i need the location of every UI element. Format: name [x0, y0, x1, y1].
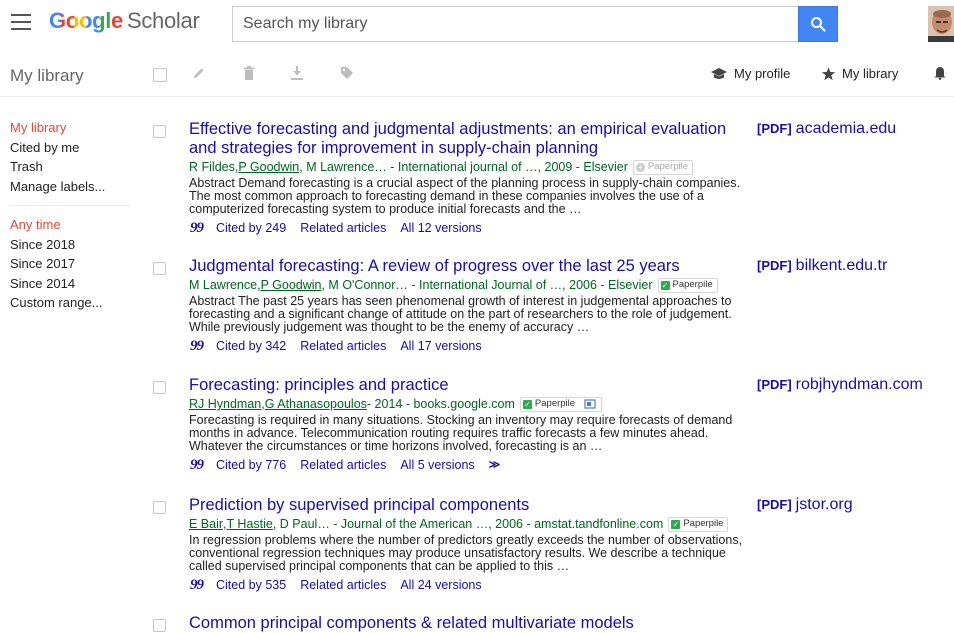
pdf-link[interactable]: [PDF] academia.edu [757, 120, 896, 138]
result-links: 99 Cited by 535 Related articles All 24 … [189, 577, 745, 594]
author-link[interactable]: P Goodwin [261, 276, 322, 294]
header: Google Scholar [0, 0, 954, 50]
paperpile-button[interactable]: ✓ Paperpile [519, 396, 581, 412]
search-button[interactable] [798, 6, 838, 42]
search-input[interactable] [233, 7, 798, 41]
result-links: 99 Cited by 249 Related articles All 12 … [189, 220, 745, 237]
pdf-link[interactable]: [PDF] robjhyndman.com [757, 376, 923, 394]
search-box[interactable] [232, 6, 798, 42]
cite-quote-icon[interactable]: 99 [190, 338, 204, 355]
related-articles-link[interactable]: Related articles [300, 577, 386, 594]
select-all-checkbox[interactable] [153, 68, 167, 82]
result-authors: M Lawrence, P Goodwin, M O'Connor… - Int… [189, 276, 745, 294]
page-title: My library [10, 66, 84, 85]
avatar[interactable] [928, 6, 954, 42]
related-articles-link[interactable]: Related articles [300, 338, 386, 355]
result-authors: R Fildes, P Goodwin, M Lawrence… - Inter… [189, 158, 745, 176]
result-checkbox[interactable] [153, 125, 166, 138]
result-snippet: In regression problems where the number … [189, 533, 743, 573]
paperpile-button[interactable]: ✓ Paperpile [668, 516, 729, 532]
paperpile-doc-button[interactable] [579, 396, 603, 412]
check-icon: ✓ [522, 399, 532, 409]
check-icon: ✓ [671, 519, 681, 529]
my-profile-label: My profile [734, 66, 791, 81]
my-library-label: My library [842, 66, 899, 81]
author-link[interactable]: E Bair [189, 515, 223, 533]
sidebar-item-my-library[interactable]: My library [10, 118, 130, 138]
star-icon [821, 67, 836, 80]
result-title[interactable]: Effective forecasting and judgmental adj… [189, 120, 745, 158]
document-icon [584, 399, 596, 409]
all-versions-link[interactable]: All 17 versions [400, 338, 481, 355]
logo-scholar: Scholar [126, 8, 200, 33]
sidebar: My library Cited by me Trash Manage labe… [10, 118, 130, 313]
result-title[interactable]: Prediction by supervised principal compo… [189, 496, 745, 515]
time-filter-any-time[interactable]: Any time [10, 215, 130, 235]
result-snippet: Abstract Demand forecasting is a crucial… [189, 176, 740, 216]
sidebar-item-trash[interactable]: Trash [10, 157, 130, 177]
paperpile-button[interactable]: + Paperpile [632, 159, 694, 175]
result-checkbox[interactable] [153, 262, 166, 275]
result-checkbox[interactable] [153, 501, 166, 514]
cited-by-link[interactable]: Cited by 535 [216, 577, 286, 594]
logo-google: Google [49, 8, 123, 33]
search-icon [811, 17, 826, 32]
cite-quote-icon[interactable]: 99 [190, 577, 204, 594]
download-icon[interactable] [291, 66, 303, 80]
add-icon: + [635, 162, 645, 172]
all-versions-link[interactable]: All 5 versions [400, 457, 474, 474]
check-icon: ✓ [660, 280, 670, 290]
pdf-link[interactable]: [PDF] jstor.org [757, 496, 853, 514]
related-articles-link[interactable]: Related articles [300, 457, 386, 474]
cited-by-link[interactable]: Cited by 342 [216, 338, 286, 355]
cite-quote-icon[interactable]: 99 [190, 457, 204, 474]
sidebar-divider [10, 205, 130, 206]
cited-by-link[interactable]: Cited by 249 [216, 220, 286, 237]
result-title[interactable]: Forecasting: principles and practice [189, 376, 745, 395]
alerts-bell-icon[interactable] [934, 66, 946, 80]
related-articles-link[interactable]: Related articles [300, 220, 386, 237]
author-link[interactable]: RJ Hyndman [189, 395, 261, 413]
logo[interactable]: Google Scholar [49, 8, 200, 34]
cite-quote-icon[interactable]: 99 [190, 220, 204, 237]
cited-by-link[interactable]: Cited by 776 [216, 457, 286, 474]
my-profile-link[interactable]: My profile [710, 66, 790, 81]
result-checkbox[interactable] [153, 619, 166, 632]
my-library-link[interactable]: My library [821, 66, 898, 81]
toolbar: My library My profile My library [0, 52, 954, 97]
author-link[interactable]: G Athanasopoulos [265, 395, 367, 413]
graduation-cap-icon [711, 67, 727, 79]
all-versions-link[interactable]: All 24 versions [400, 577, 481, 594]
time-filter-since-2017[interactable]: Since 2017 [10, 254, 130, 274]
result-title[interactable]: Judgmental forecasting: A review of prog… [189, 257, 745, 276]
trash-icon[interactable] [243, 66, 255, 80]
more-icon[interactable]: ≫ [489, 457, 500, 474]
label-icon[interactable] [340, 66, 354, 80]
author-link[interactable]: P Goodwin [238, 158, 299, 176]
result-authors: E Bair, T Hastie, D Paul… - Journal of t… [189, 515, 745, 533]
pdf-link[interactable]: [PDF] bilkent.edu.tr [757, 257, 887, 275]
result-links: 99 Cited by 342 Related articles All 17 … [189, 338, 745, 355]
menu-icon[interactable] [11, 14, 31, 32]
all-versions-link[interactable]: All 12 versions [400, 220, 481, 237]
result-title[interactable]: Common principal components & related mu… [189, 614, 745, 633]
edit-icon[interactable] [192, 66, 206, 80]
result-authors: RJ Hyndman, G Athanasopoulos - 2014 - bo… [189, 395, 745, 413]
time-filter-custom-range[interactable]: Custom range... [10, 293, 130, 313]
time-filter-since-2014[interactable]: Since 2014 [10, 274, 130, 294]
result-links: 99 Cited by 776 Related articles All 5 v… [189, 457, 745, 474]
author-link[interactable]: T Hastie [227, 515, 273, 533]
result-checkbox[interactable] [153, 381, 166, 394]
sidebar-item-cited-by-me[interactable]: Cited by me [10, 138, 130, 158]
sidebar-item-manage-labels[interactable]: Manage labels... [10, 177, 130, 197]
paperpile-button[interactable]: ✓ Paperpile [657, 277, 718, 293]
result-snippet: Forecasting is required in many situatio… [189, 413, 733, 453]
time-filter-since-2018[interactable]: Since 2018 [10, 235, 130, 255]
result-snippet: Abstract The past 25 years has seen phen… [189, 294, 732, 334]
